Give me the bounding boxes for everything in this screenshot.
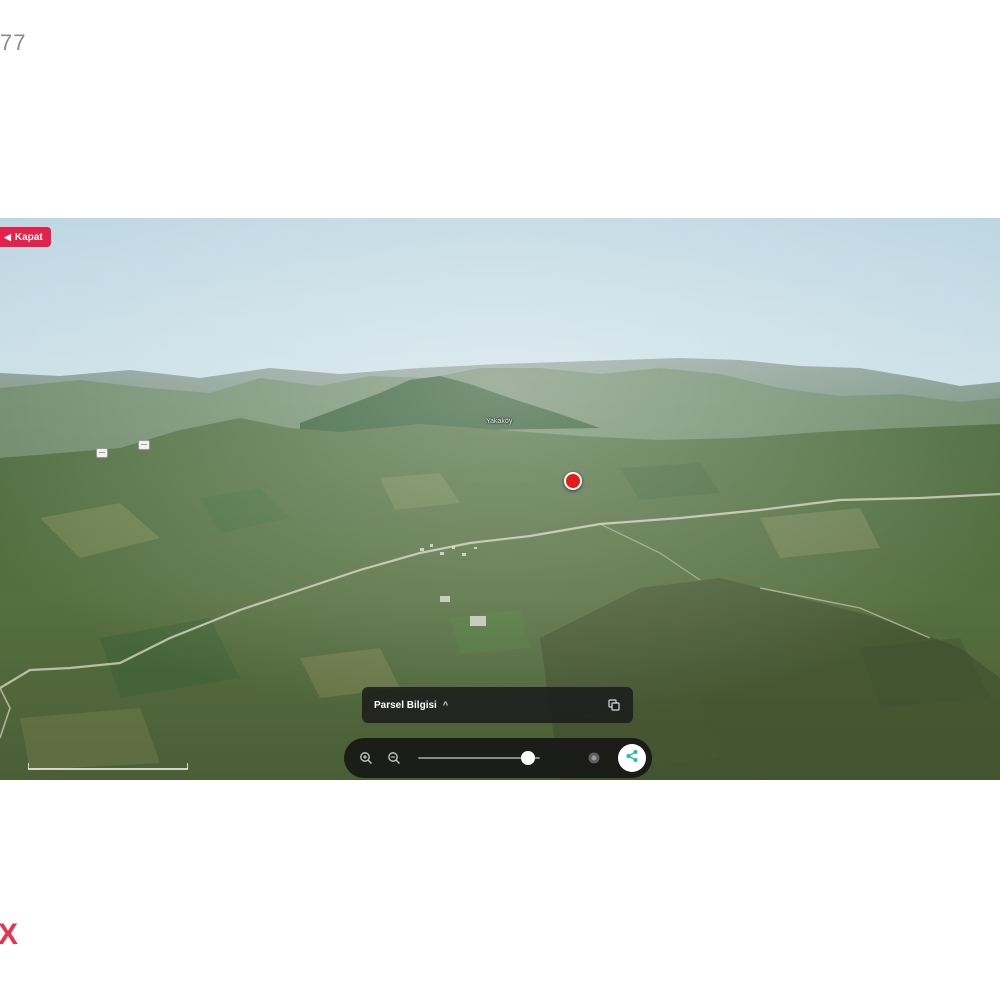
road-shield: — [96, 448, 108, 458]
share-icon [624, 748, 640, 769]
close-badge-label: Kapat [14, 231, 43, 243]
chevron-up-icon[interactable]: ^ [443, 700, 448, 710]
tilt-slider-thumb[interactable] [520, 751, 535, 765]
map-3d-view[interactable]: ◀ Kapat Yakaköy — — Parsel Bilgisi ^ [0, 218, 1000, 780]
corner-mark: X [0, 918, 19, 951]
map-place-label: Yakaköy [486, 418, 513, 425]
parcel-info-panel[interactable]: Parsel Bilgisi ^ [362, 687, 633, 723]
zoom-out-icon[interactable] [386, 750, 402, 766]
page-counter: 77 [0, 30, 27, 55]
copy-icon[interactable] [607, 698, 621, 712]
share-button[interactable] [618, 744, 646, 772]
location-pin-icon[interactable] [564, 472, 582, 490]
map-toolbar [344, 738, 652, 778]
road-shield: — [138, 440, 150, 450]
scale-bar [27, 758, 189, 770]
close-badge[interactable]: ◀ Kapat [0, 227, 51, 247]
arrow-left-icon: ◀ [4, 231, 11, 242]
compass-icon[interactable] [586, 750, 602, 766]
zoom-in-icon[interactable] [358, 750, 374, 766]
parcel-info-title: Parsel Bilgisi [374, 699, 437, 711]
